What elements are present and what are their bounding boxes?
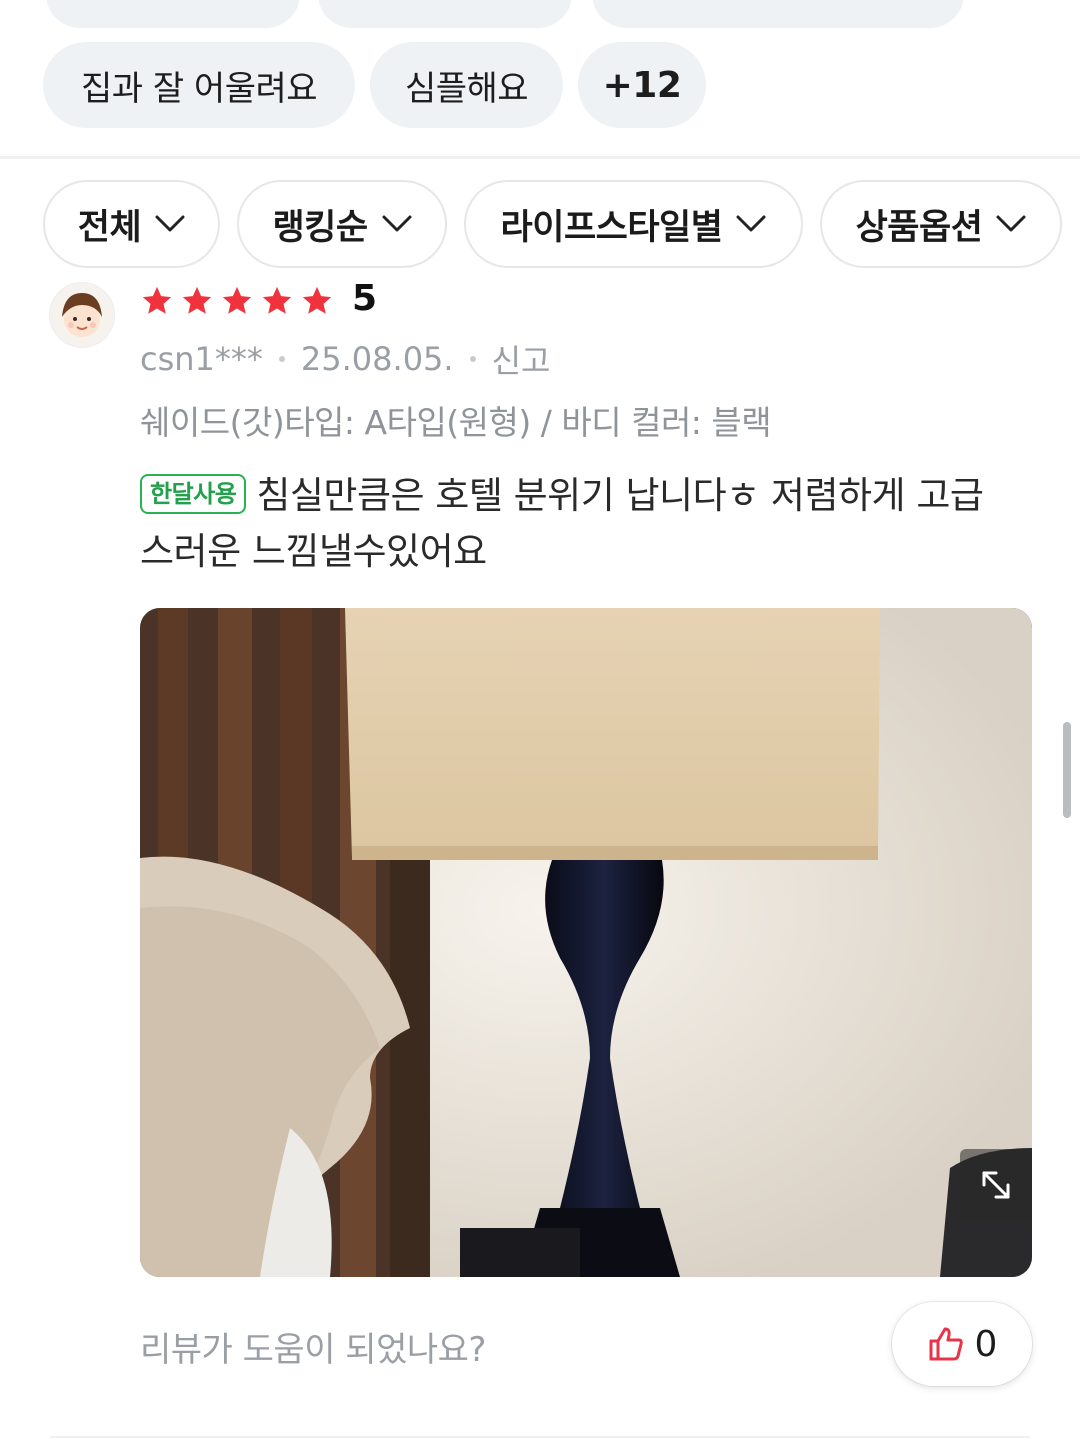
like-count: 0	[974, 1323, 998, 1365]
review-text: 침실만큼은 호텔 분위기 납니다ㅎ 저렴하게 고급스러운 느낌낼수있어요	[140, 474, 984, 573]
keyword-chip-cut[interactable]	[592, 0, 964, 28]
helpful-question: 리뷰가 도움이 되었나요?	[140, 1330, 486, 1370]
thumbs-up-icon	[929, 1327, 963, 1361]
filter-sort-dropdown[interactable]: 랭킹순	[237, 180, 447, 268]
report-link[interactable]: 신고	[492, 336, 551, 382]
expand-icon	[982, 1171, 1010, 1199]
star-icon	[262, 286, 292, 314]
chevron-down-icon	[382, 215, 412, 232]
user-avatar-icon	[62, 293, 102, 337]
lamp-photo	[140, 608, 1032, 1277]
section-divider	[0, 156, 1080, 159]
keyword-chip-label: +12	[602, 64, 682, 106]
filter-all-dropdown[interactable]: 전체	[43, 180, 220, 268]
usage-badge: 한달사용	[140, 474, 247, 514]
filter-label: 상품옵션	[855, 207, 983, 248]
review-meta: csn1*** 25.08.05. 신고	[140, 336, 550, 382]
rating-score: 5	[352, 278, 378, 319]
star-icon	[302, 286, 332, 314]
star-icon	[142, 286, 172, 314]
keyword-chip-label: 심플해요	[404, 68, 529, 109]
keyword-chip[interactable]: 심플해요	[370, 42, 563, 128]
like-button[interactable]: 0	[892, 1302, 1032, 1386]
keyword-chip[interactable]: 집과 잘 어울려요	[43, 42, 355, 128]
meta-separator	[278, 356, 285, 362]
reviewer-id: csn1***	[140, 340, 263, 378]
purchased-option: 쉐이드(갓)타입: A타입(원형) / 바디 컬러: 블랙	[140, 403, 772, 442]
review-photo[interactable]	[140, 608, 1032, 1277]
star-icon	[182, 286, 212, 314]
filter-label: 라이프스타일별	[500, 207, 723, 248]
scrollbar[interactable]	[1063, 722, 1071, 818]
filter-label: 전체	[77, 207, 142, 248]
review-date: 25.08.05.	[300, 340, 454, 378]
keyword-chip-cut[interactable]	[46, 0, 300, 28]
avatar	[50, 283, 114, 347]
star-icon	[222, 286, 252, 314]
filter-label: 랭킹순	[272, 207, 368, 248]
chevron-down-icon	[996, 215, 1026, 232]
keyword-chip-label: 집과 잘 어울려요	[80, 68, 318, 109]
review-body: 한달사용 침실만큼은 호텔 분위기 납니다ㅎ 저렴하게 고급스러운 느낌낼수있어요	[140, 468, 1000, 580]
more-keywords-chip[interactable]: +12	[578, 42, 706, 128]
chevron-down-icon	[155, 215, 185, 232]
star-rating	[140, 284, 334, 318]
section-divider	[50, 1436, 1030, 1438]
filter-option-dropdown[interactable]: 상품옵션	[820, 180, 1062, 268]
keyword-chip-cut[interactable]	[318, 0, 572, 28]
meta-separator	[469, 356, 476, 362]
chevron-down-icon	[736, 215, 766, 232]
filter-lifestyle-dropdown[interactable]: 라이프스타일별	[464, 180, 803, 268]
expand-button[interactable]	[960, 1149, 1032, 1221]
